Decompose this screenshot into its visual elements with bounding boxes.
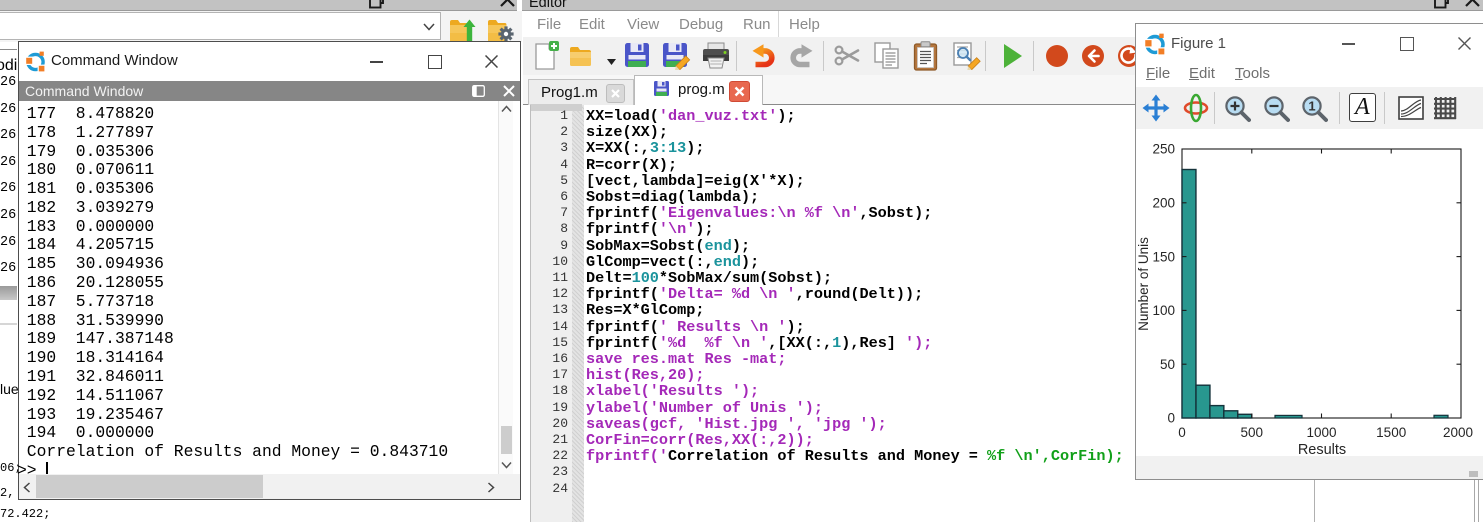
svg-text:1: 1 <box>1308 99 1315 114</box>
svg-text:500: 500 <box>1241 425 1264 440</box>
svg-text:0: 0 <box>1178 425 1186 440</box>
svg-text:2000: 2000 <box>1443 425 1473 440</box>
svg-text:1000: 1000 <box>1306 425 1336 440</box>
svg-text:250: 250 <box>1152 142 1175 157</box>
svg-text:0: 0 <box>1167 411 1175 426</box>
svg-text:50: 50 <box>1160 357 1175 372</box>
svg-text:Results: Results <box>1298 442 1346 456</box>
svg-text:100: 100 <box>1152 303 1175 318</box>
svg-text:200: 200 <box>1152 196 1175 211</box>
svg-text:150: 150 <box>1152 249 1175 264</box>
svg-text:Number of Unis: Number of Unis <box>1136 237 1151 331</box>
svg-text:1500: 1500 <box>1376 425 1406 440</box>
